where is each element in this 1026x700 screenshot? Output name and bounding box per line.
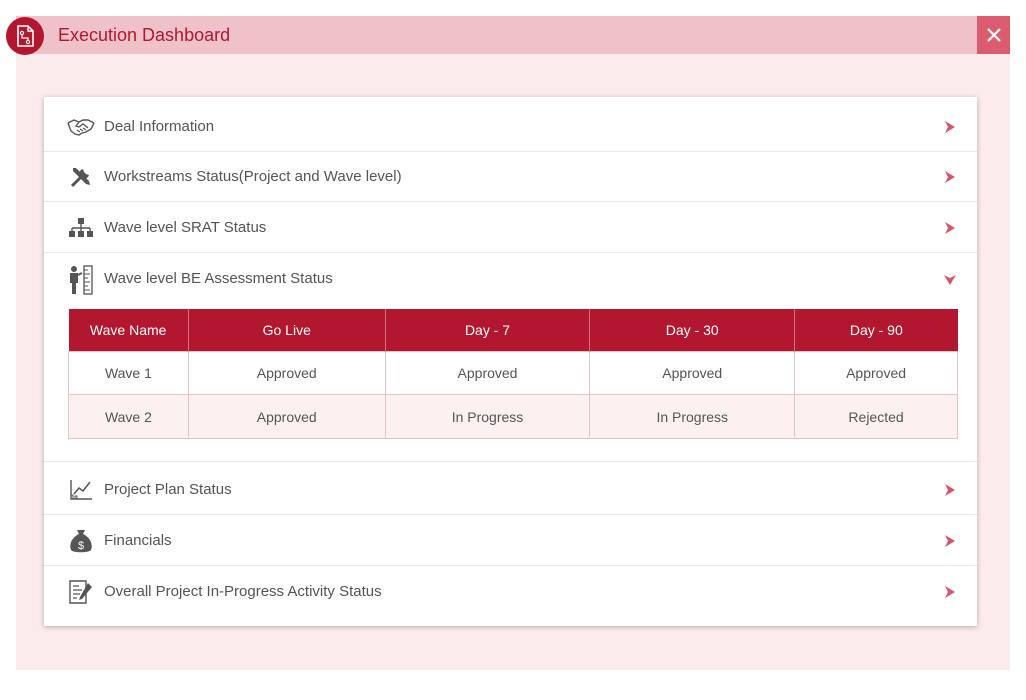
divider bbox=[44, 461, 977, 462]
execution-dashboard-window: Execution Dashboard Deal Information Wor… bbox=[6, 16, 1010, 670]
close-button[interactable] bbox=[977, 16, 1010, 54]
title-bar: Execution Dashboard bbox=[6, 16, 1010, 55]
column-header: Go Live bbox=[188, 309, 386, 351]
chevron-right-icon bbox=[945, 484, 955, 496]
chevron-right-icon bbox=[945, 535, 955, 547]
section-deal-information[interactable]: Deal Information bbox=[44, 102, 977, 152]
table-row: Wave 2 Approved In Progress In Progress … bbox=[68, 394, 958, 439]
table-cell: Approved bbox=[187, 394, 386, 439]
wave-status-table: Wave Name Go Live Day - 7 Day - 30 Day -… bbox=[68, 309, 958, 439]
section-workstreams-status[interactable]: Workstreams Status(Project and Wave leve… bbox=[44, 152, 977, 202]
table-cell: Approved bbox=[384, 350, 591, 396]
section-wave-srat-status[interactable]: Wave level SRAT Status bbox=[44, 203, 977, 253]
section-wave-be-assessment-status[interactable]: Wave level BE Assessment Status bbox=[44, 254, 977, 304]
tools-icon bbox=[67, 164, 95, 190]
section-label: Overall Project In-Progress Activity Sta… bbox=[104, 583, 382, 600]
table-row: Wave 1 Approved Approved Approved Approv… bbox=[68, 350, 958, 396]
window-title: Execution Dashboard bbox=[58, 25, 231, 45]
section-label: Workstreams Status(Project and Wave leve… bbox=[104, 168, 402, 185]
table-cell: In Progress bbox=[384, 394, 591, 439]
app-icon bbox=[6, 17, 44, 55]
chevron-right-icon bbox=[945, 586, 955, 598]
column-header: Day - 30 bbox=[589, 309, 796, 351]
table-cell: Approved bbox=[589, 350, 796, 396]
handshake-icon bbox=[67, 114, 95, 140]
section-project-plan-status[interactable]: Project Plan Status bbox=[44, 465, 977, 515]
person-measure-icon bbox=[67, 265, 95, 295]
chevron-down-icon bbox=[944, 275, 956, 285]
document-sign-icon bbox=[67, 579, 95, 605]
section-label: Financials bbox=[104, 532, 172, 549]
column-header: Wave Name bbox=[68, 309, 189, 351]
table-cell: Rejected bbox=[794, 394, 958, 439]
line-chart-icon bbox=[67, 477, 95, 503]
table-header-row: Wave Name Go Live Day - 7 Day - 30 Day -… bbox=[68, 309, 958, 351]
section-label: Wave level BE Assessment Status bbox=[104, 270, 333, 287]
table-cell: In Progress bbox=[589, 394, 796, 439]
section-label: Wave level SRAT Status bbox=[104, 219, 267, 236]
close-icon bbox=[986, 28, 1001, 42]
table-cell: Approved bbox=[794, 350, 958, 396]
table-cell: Approved bbox=[187, 350, 386, 396]
section-label: Project Plan Status bbox=[104, 481, 232, 498]
table-cell: Wave 1 bbox=[68, 350, 189, 396]
money-bag-icon: $ bbox=[67, 528, 95, 554]
dashboard-panel: Deal Information Workstreams Status(Proj… bbox=[44, 97, 977, 626]
chevron-right-icon bbox=[945, 121, 955, 133]
section-overall-activity-status[interactable]: Overall Project In-Progress Activity Sta… bbox=[44, 567, 977, 617]
hierarchy-icon bbox=[67, 215, 95, 241]
column-header: Day - 7 bbox=[385, 309, 591, 351]
section-financials[interactable]: $ Financials bbox=[44, 516, 977, 566]
section-label: Deal Information bbox=[104, 118, 215, 135]
document-path-icon bbox=[17, 25, 34, 47]
svg-text:$: $ bbox=[78, 540, 84, 552]
chevron-right-icon bbox=[945, 171, 955, 183]
column-header: Day - 90 bbox=[794, 309, 958, 351]
table-cell: Wave 2 bbox=[68, 394, 189, 439]
chevron-right-icon bbox=[945, 222, 955, 234]
